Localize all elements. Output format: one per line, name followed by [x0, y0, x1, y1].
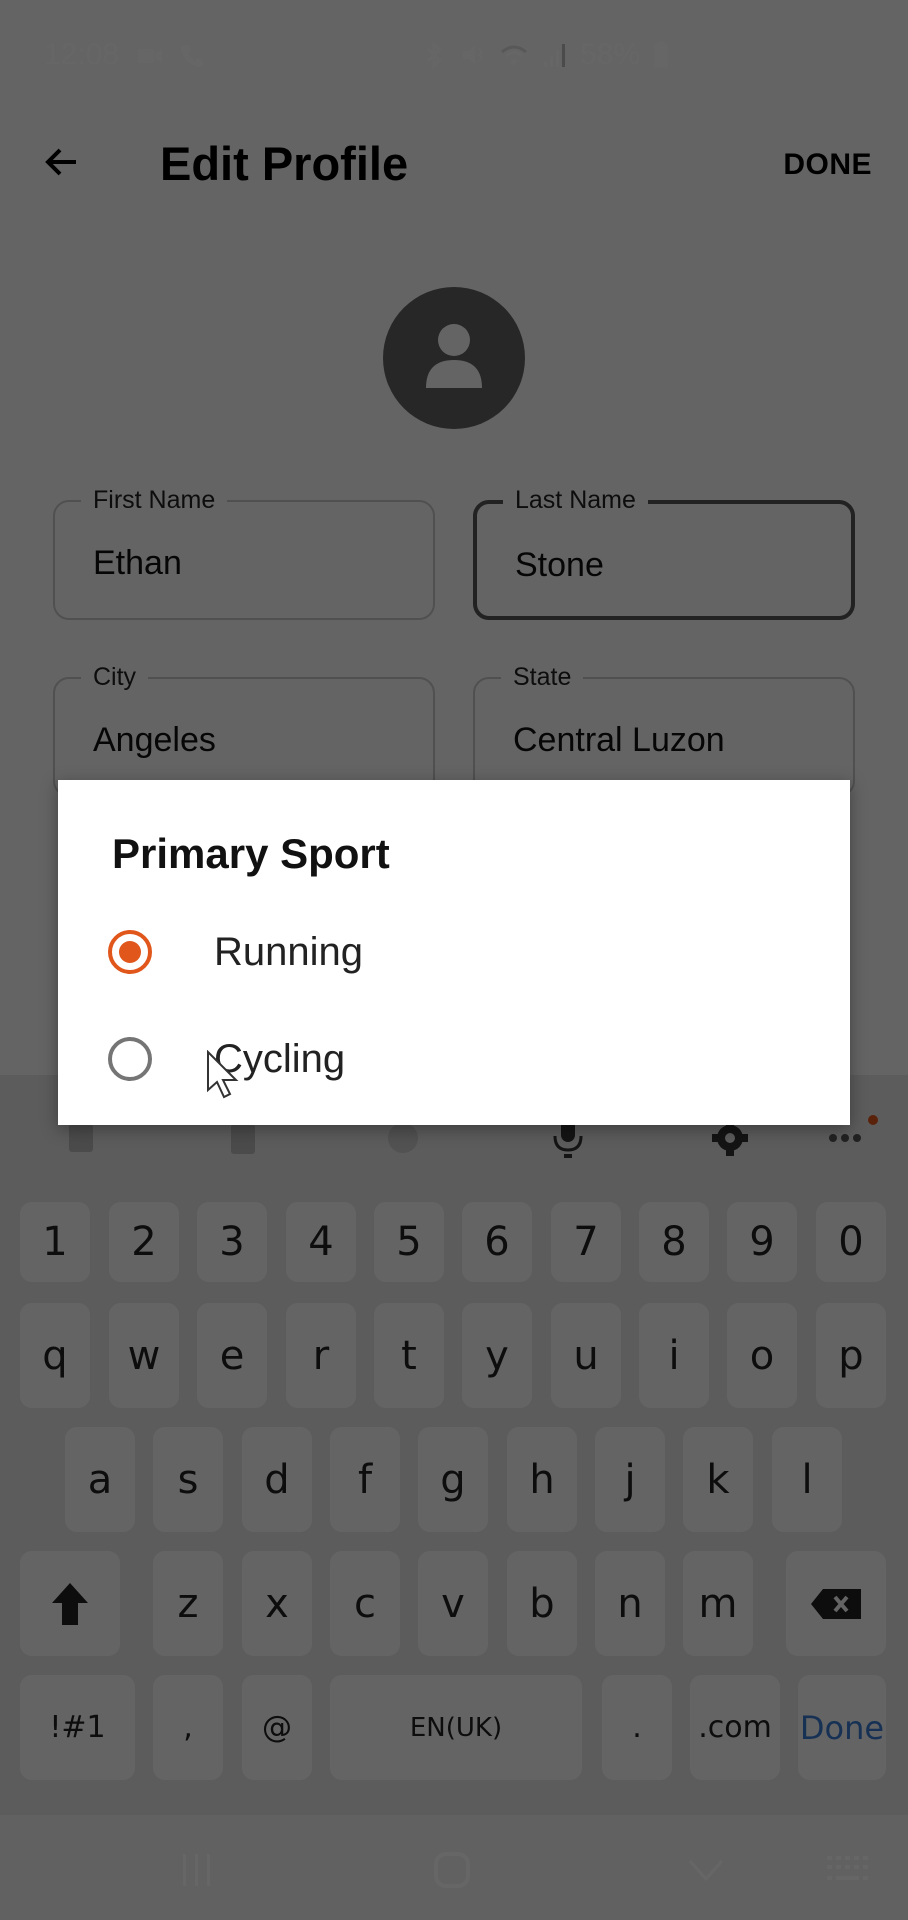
option-label: Running	[214, 929, 364, 974]
mouse-pointer-icon	[207, 1050, 239, 1099]
radio-unselected-icon[interactable]	[108, 1037, 152, 1081]
dialog-title: Primary Sport	[112, 830, 390, 877]
option-running[interactable]: Running	[98, 907, 798, 997]
option-cycling[interactable]: Cycling	[98, 1014, 798, 1104]
primary-sport-dialog: Primary Sport Running Cycling	[58, 780, 850, 1125]
radio-selected-icon[interactable]	[108, 930, 152, 974]
